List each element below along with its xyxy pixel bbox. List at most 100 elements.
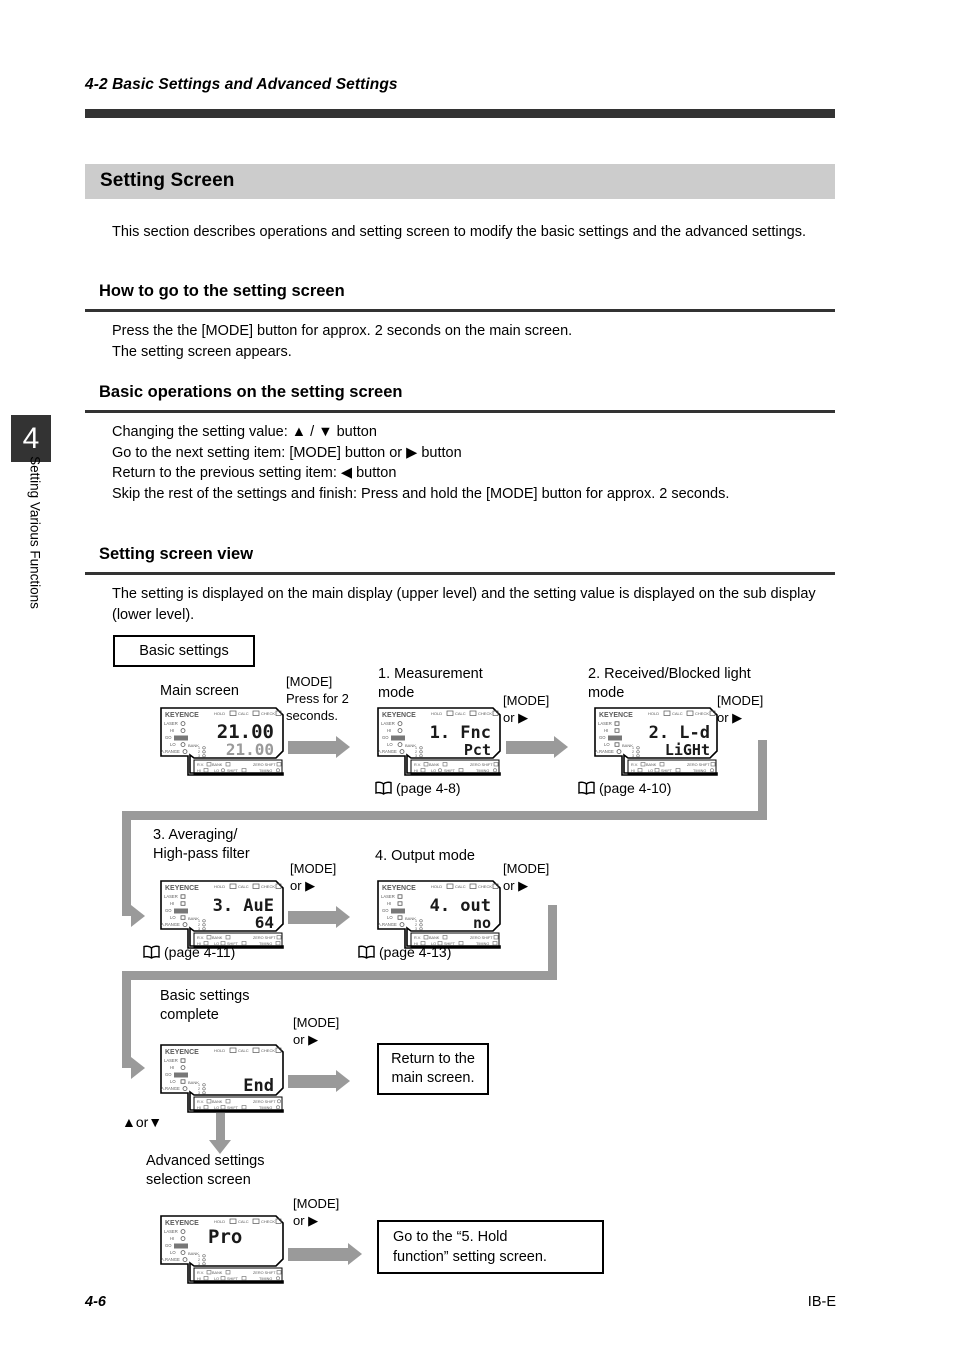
transition-label-2: [MODE] or ▶ (503, 693, 550, 725)
book-icon (143, 945, 160, 962)
svg-text:R.V.: R.V. (414, 763, 421, 767)
svg-text:CHECK: CHECK (261, 1219, 275, 1224)
step-caption-output-mode: 4. Output mode (375, 848, 475, 864)
svg-text:SHIFT: SHIFT (227, 1106, 239, 1110)
page-ref-3: (page 4-11) (143, 944, 235, 962)
svg-text:HI: HI (197, 1106, 201, 1110)
svg-text:A.RANGE: A.RANGE (378, 922, 397, 927)
lcd-main-value-4: 4. out (430, 896, 491, 916)
connector-row3-down (122, 971, 131, 1068)
svg-text:LASER: LASER (381, 721, 395, 726)
svg-text:GO: GO (165, 908, 172, 913)
svg-text:LO: LO (387, 915, 393, 920)
lcd-main-value-1: 1. Fnc (430, 723, 491, 743)
svg-text:A.RANGE: A.RANGE (378, 749, 397, 754)
transition-label-7: [MODE] or ▶ (293, 1196, 340, 1228)
result-box-return-main: Return to the main screen. (377, 1043, 489, 1095)
page-ref-2: (page 4-10) (578, 780, 671, 798)
svg-text:CHECK: CHECK (261, 1048, 275, 1053)
connector-arrow-into-end (131, 1057, 145, 1079)
svg-text:CHECK: CHECK (261, 884, 275, 889)
page-ref-text-2: (page 4-10) (599, 780, 672, 796)
svg-text:R.V.: R.V. (197, 936, 204, 940)
lcd-sub-value-3: 64 (255, 913, 274, 932)
svg-text:KEYENCE: KEYENCE (165, 1220, 199, 1227)
svg-text:LASER: LASER (381, 894, 395, 899)
svg-text:SHIFT: SHIFT (444, 769, 456, 773)
svg-text:HOLD: HOLD (648, 711, 659, 716)
svg-text:TIMING: TIMING (693, 769, 706, 773)
svg-text:3: 3 (415, 927, 417, 931)
lcd-main-value-2: 2. L-d (649, 723, 710, 743)
page-ref-1: (page 4-8) (375, 780, 461, 798)
svg-text:HI: HI (631, 769, 635, 773)
lcd-unit-main-screen: KEYENCE LASER HI GO LO BANK A.RANGE 1 2 … (158, 705, 286, 777)
svg-text:GO: GO (165, 1243, 172, 1248)
svg-text:SHIFT: SHIFT (661, 769, 673, 773)
svg-text:LASER: LASER (164, 894, 178, 899)
svg-text:HOLD: HOLD (214, 1219, 225, 1224)
page-ref-text-3: (page 4-11) (164, 944, 236, 960)
svg-text:ZERO SHIFT: ZERO SHIFT (253, 936, 276, 940)
svg-text:HI: HI (170, 901, 174, 906)
svg-text:A.RANGE: A.RANGE (595, 749, 614, 754)
step-caption-main-screen: Main screen (160, 683, 239, 699)
svg-text:LO: LO (648, 769, 653, 773)
svg-text:CALC: CALC (672, 711, 683, 716)
svg-text:HI: HI (170, 1236, 174, 1241)
connector-end-to-pro (216, 1113, 225, 1143)
arrow-head-3 (336, 906, 350, 928)
svg-text:R.V.: R.V. (197, 763, 204, 767)
svg-text:CHECK: CHECK (695, 711, 709, 716)
step-caption-settings-complete: Basic settings complete (160, 988, 250, 1023)
svg-text:GO: GO (165, 1072, 172, 1077)
svg-text:CALC: CALC (238, 884, 249, 889)
footer-page-number: 4-6 (85, 1294, 106, 1310)
svg-text:ZERO SHIFT: ZERO SHIFT (253, 1271, 276, 1275)
svg-text:KEYENCE: KEYENCE (382, 885, 416, 892)
svg-text:BANK: BANK (429, 763, 440, 767)
transition-label-4: [MODE] or ▶ (290, 861, 337, 893)
svg-text:A.RANGE: A.RANGE (161, 749, 180, 754)
svg-text:KEYENCE: KEYENCE (382, 712, 416, 719)
svg-text:SHIFT: SHIFT (227, 1277, 239, 1281)
svg-text:HI: HI (387, 901, 391, 906)
svg-text:R.V.: R.V. (197, 1271, 204, 1275)
svg-text:3: 3 (632, 754, 634, 758)
connector-row1-left (122, 811, 767, 820)
lcd-unit-output-mode: KEYENCE LASER HI GO LO BANK A.RANGE 1 2 … (375, 878, 503, 950)
svg-text:ZERO SHIFT: ZERO SHIFT (687, 763, 710, 767)
svg-text:TIMING: TIMING (259, 942, 272, 946)
svg-text:LO: LO (431, 769, 436, 773)
svg-text:3: 3 (415, 754, 417, 758)
svg-text:HI: HI (387, 728, 391, 733)
svg-text:TIMING: TIMING (259, 1277, 272, 1281)
arrow-shaft-3 (288, 911, 336, 924)
svg-text:HOLD: HOLD (214, 884, 225, 889)
branch-label-up-down: ▲or▼ (122, 1114, 163, 1130)
step-caption-measurement-mode: 1. Measurement mode (378, 666, 483, 701)
diagram-title-box: Basic settings (113, 635, 255, 667)
svg-text:GO: GO (599, 735, 606, 740)
svg-text:BANK: BANK (212, 1271, 223, 1275)
svg-text:ZERO SHIFT: ZERO SHIFT (253, 1100, 276, 1104)
svg-text:3: 3 (198, 754, 200, 758)
svg-text:LO: LO (214, 1277, 219, 1281)
transition-label-6: [MODE] or ▶ (293, 1015, 340, 1047)
page-ref-4: (page 4-13) (358, 944, 451, 962)
svg-text:LASER: LASER (164, 1229, 178, 1234)
svg-text:CALC: CALC (238, 1219, 249, 1224)
svg-text:HOLD: HOLD (214, 1048, 225, 1053)
svg-text:TIMING: TIMING (476, 942, 489, 946)
svg-text:CALC: CALC (238, 711, 249, 716)
step-caption-averaging: 3. Averaging/ High-pass filter (153, 827, 250, 862)
transition-label-1: [MODE] Press for 2 seconds. (286, 674, 349, 723)
svg-text:BANK: BANK (212, 763, 223, 767)
lcd-sub-value-5: End (243, 1076, 274, 1096)
svg-text:3: 3 (198, 1091, 200, 1095)
svg-text:LO: LO (214, 1106, 219, 1110)
svg-text:CALC: CALC (455, 711, 466, 716)
svg-text:R.V.: R.V. (414, 936, 421, 940)
svg-text:CALC: CALC (238, 1048, 249, 1053)
setting-screen-flow-diagram: Basic settings Main screen [MODE] Press … (0, 0, 954, 1352)
